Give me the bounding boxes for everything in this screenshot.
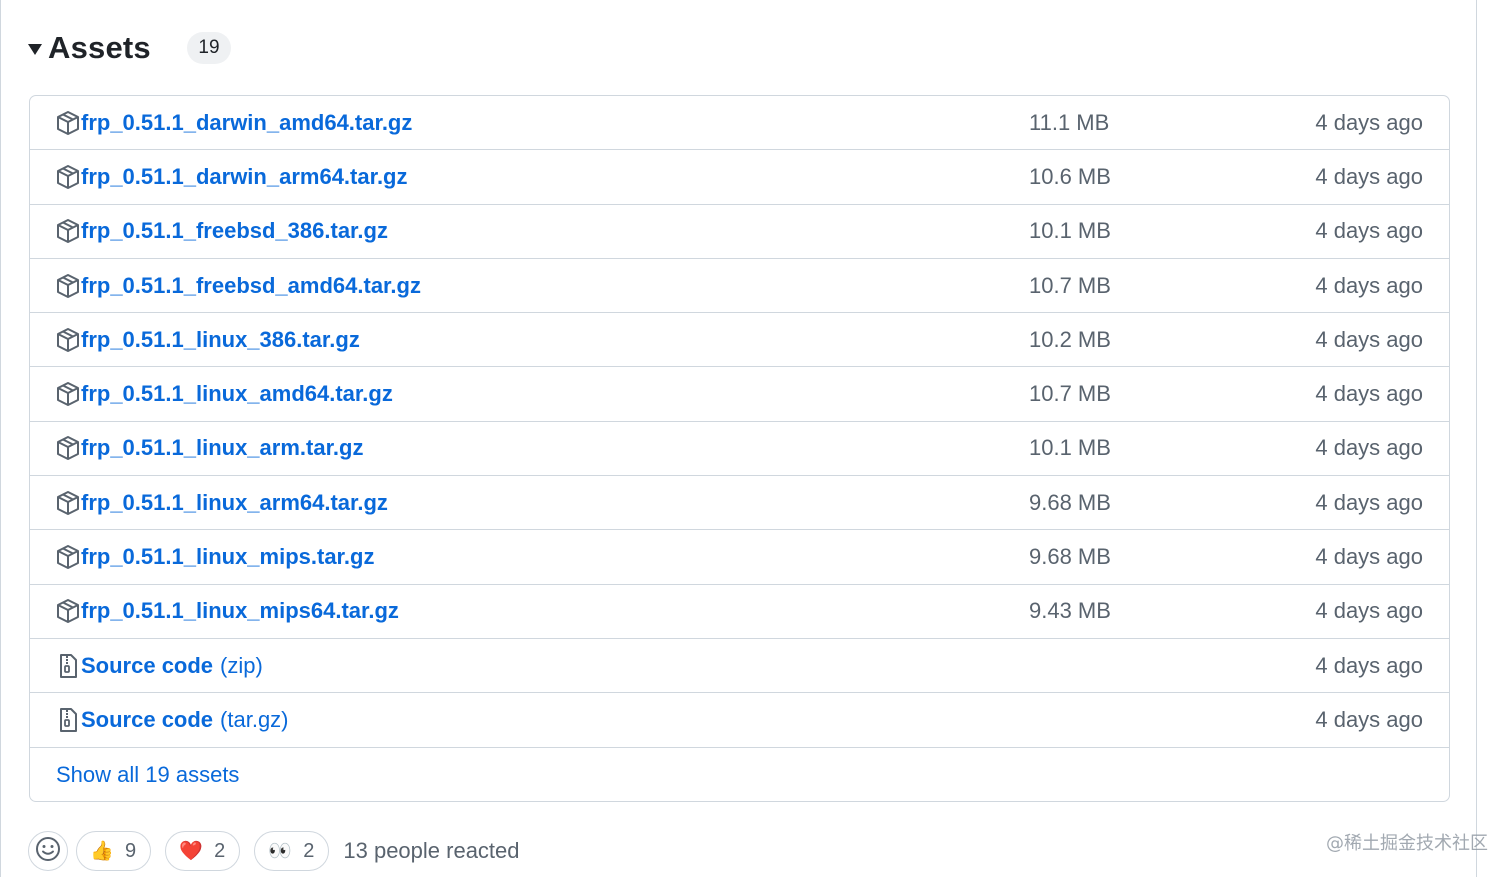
source-code-row: Source code (zip) 4 days ago [30,639,1449,694]
reaction-heart-button[interactable]: ❤️ 2 [165,831,241,871]
asset-name: Source code [81,652,214,678]
asset-row: frp_0.51.1_darwin_amd64.tar.gz 11.1 MB 4… [30,96,1449,151]
source-code-row: Source code (tar.gz) 4 days ago [30,693,1449,748]
asset-format: (tar.gz) [220,706,289,732]
heart-icon: ❤️ [179,841,203,862]
asset-row: frp_0.51.1_linux_amd64.tar.gz 10.7 MB 4 … [30,367,1449,422]
asset-date: 4 days ago [1315,544,1423,570]
caret-down-icon[interactable] [28,43,42,55]
asset-name: frp_0.51.1_linux_arm.tar.gz [81,435,364,461]
package-icon [56,218,80,244]
package-icon [56,381,80,407]
reaction-count: 2 [214,839,226,862]
asset-link[interactable]: frp_0.51.1_linux_amd64.tar.gz [56,381,393,407]
asset-name: frp_0.51.1_freebsd_amd64.tar.gz [81,272,421,298]
file-zip-icon [56,707,80,733]
asset-size: 10.1 MB [1029,435,1111,461]
asset-name: Source code [81,706,214,732]
assets-toggle[interactable]: Assets [28,26,151,70]
reactions-summary: 13 people reacted [343,838,520,863]
assets-heading: Assets [48,30,151,65]
asset-link[interactable]: frp_0.51.1_linux_arm.tar.gz [56,435,363,461]
reactions-bar: 👍 9 ❤️ 2 👀 2 13 people reacted [28,829,520,873]
asset-row: frp_0.51.1_linux_386.tar.gz 10.2 MB 4 da… [30,313,1449,368]
asset-link[interactable]: frp_0.51.1_darwin_amd64.tar.gz [56,110,412,136]
asset-date: 4 days ago [1315,163,1423,189]
asset-row: frp_0.51.1_freebsd_386.tar.gz 10.1 MB 4 … [30,205,1449,259]
asset-date: 4 days ago [1315,109,1423,135]
package-icon [56,327,80,353]
asset-size: 10.7 MB [1029,381,1111,407]
asset-link[interactable]: frp_0.51.1_linux_386.tar.gz [56,327,360,353]
asset-row: frp_0.51.1_linux_arm64.tar.gz 9.68 MB 4 … [30,476,1449,531]
asset-name: frp_0.51.1_freebsd_386.tar.gz [81,218,388,244]
asset-row: frp_0.51.1_linux_mips64.tar.gz 9.43 MB 4… [30,585,1449,639]
asset-date: 4 days ago [1315,435,1423,461]
asset-link[interactable]: frp_0.51.1_darwin_arm64.tar.gz [56,164,408,190]
reaction-eyes-button[interactable]: 👀 2 [254,831,330,871]
asset-size: 10.6 MB [1029,163,1111,189]
asset-size: 10.2 MB [1029,326,1111,352]
asset-row: frp_0.51.1_freebsd_amd64.tar.gz 10.7 MB … [30,259,1449,314]
asset-link[interactable]: frp_0.51.1_freebsd_amd64.tar.gz [56,273,421,299]
asset-date: 4 days ago [1315,598,1423,624]
asset-name: frp_0.51.1_linux_386.tar.gz [81,326,360,352]
reaction-thumbs-up-button[interactable]: 👍 9 [76,831,152,871]
thumbs-up-icon: 👍 [90,841,114,862]
asset-date: 4 days ago [1315,326,1423,352]
asset-date: 4 days ago [1315,652,1423,678]
package-icon [56,273,80,299]
eyes-icon: 👀 [268,841,293,862]
add-reaction-button[interactable] [28,831,68,871]
source-code-targz-link[interactable]: Source code (tar.gz) [56,707,289,733]
asset-format: (zip) [220,652,263,678]
asset-link[interactable]: frp_0.51.1_linux_mips64.tar.gz [56,598,399,624]
asset-row: frp_0.51.1_linux_arm.tar.gz 10.1 MB 4 da… [30,422,1449,477]
package-icon [56,110,80,136]
smiley-icon [35,836,61,867]
show-all-row: Show all 19 assets [30,748,1449,801]
asset-name: frp_0.51.1_linux_arm64.tar.gz [81,489,388,515]
asset-date: 4 days ago [1315,218,1423,244]
asset-name: frp_0.51.1_darwin_amd64.tar.gz [81,109,413,135]
asset-link[interactable]: frp_0.51.1_linux_arm64.tar.gz [56,490,388,516]
watermark: @稀土掘金技术社区 [1326,833,1488,854]
asset-date: 4 days ago [1315,272,1423,298]
source-code-zip-link[interactable]: Source code (zip) [56,653,263,679]
assets-count-badge: 19 [187,32,231,64]
file-zip-icon [56,653,80,679]
asset-size: 10.1 MB [1029,218,1111,244]
asset-link[interactable]: frp_0.51.1_linux_mips.tar.gz [56,544,374,570]
asset-date: 4 days ago [1315,706,1423,732]
asset-date: 4 days ago [1315,489,1423,515]
package-icon [56,598,80,624]
asset-name: frp_0.51.1_darwin_arm64.tar.gz [81,163,408,189]
package-icon [56,490,80,516]
asset-size: 10.7 MB [1029,272,1111,298]
asset-link[interactable]: frp_0.51.1_freebsd_386.tar.gz [56,218,388,244]
asset-size: 9.43 MB [1029,598,1111,624]
package-icon [56,164,80,190]
show-all-assets-link[interactable]: Show all 19 assets [56,762,239,788]
asset-name: frp_0.51.1_linux_amd64.tar.gz [81,381,393,407]
asset-size: 11.1 MB [1029,109,1110,135]
package-icon [56,544,80,570]
asset-name: frp_0.51.1_linux_mips.tar.gz [81,544,375,570]
asset-size: 9.68 MB [1029,544,1111,570]
assets-list: frp_0.51.1_darwin_amd64.tar.gz 11.1 MB 4… [29,95,1450,802]
reaction-count: 2 [303,839,315,862]
asset-size: 9.68 MB [1029,489,1111,515]
asset-row: frp_0.51.1_linux_mips.tar.gz 9.68 MB 4 d… [30,530,1449,585]
reaction-count: 9 [125,839,137,862]
package-icon [56,435,80,461]
asset-row: frp_0.51.1_darwin_arm64.tar.gz 10.6 MB 4… [30,150,1449,205]
asset-name: frp_0.51.1_linux_mips64.tar.gz [81,598,399,624]
asset-date: 4 days ago [1315,381,1423,407]
